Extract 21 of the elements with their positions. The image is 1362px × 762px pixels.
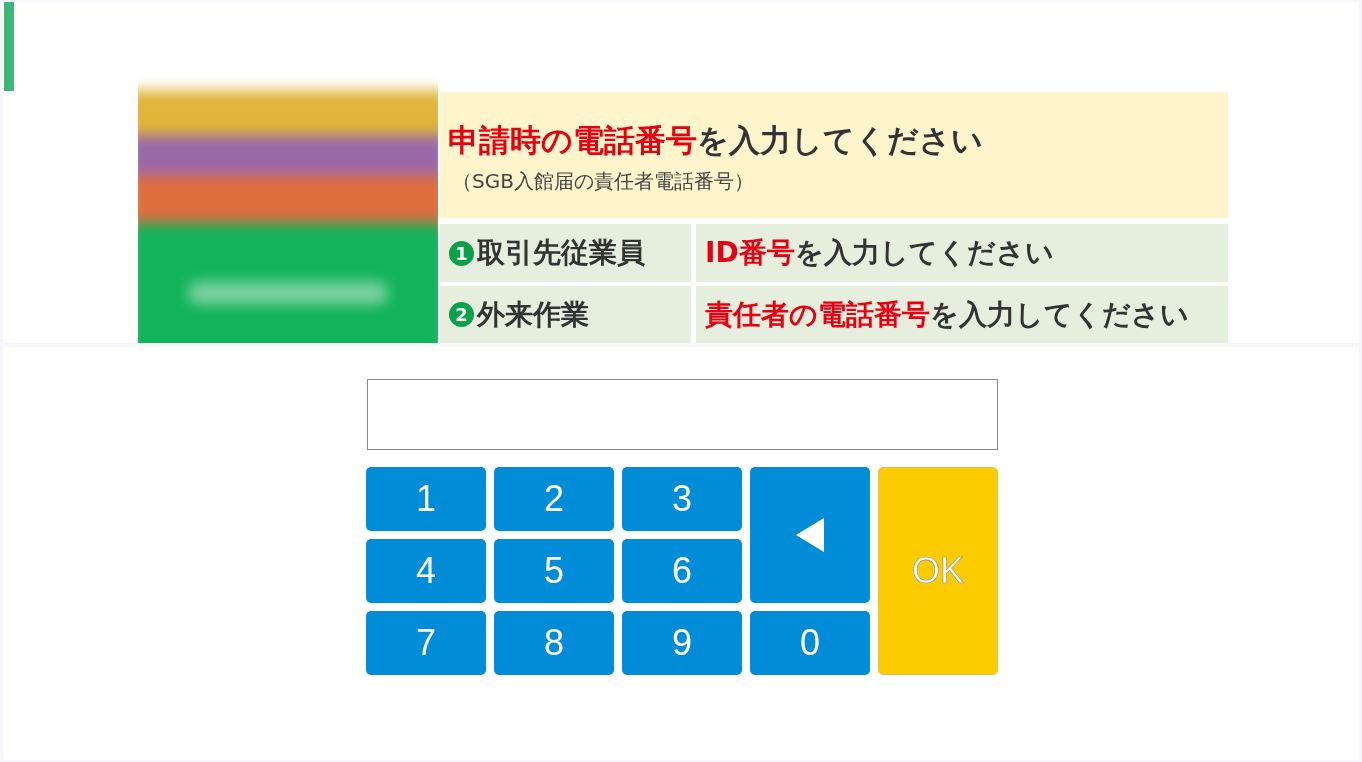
left-triangle-icon	[796, 518, 824, 552]
digit-key[interactable]: 4	[366, 539, 486, 603]
digit-key[interactable]: 0	[750, 611, 870, 675]
digit-key[interactable]: 9	[622, 611, 742, 675]
option-label: 外来作業	[477, 296, 589, 333]
digit-key[interactable]: 2	[494, 467, 614, 531]
digit-key[interactable]: 8	[494, 611, 614, 675]
backspace-key[interactable]	[750, 467, 870, 603]
option-instruction: ID番号を入力してください	[705, 235, 1054, 271]
option-label: 取引先従業員	[477, 235, 645, 271]
phone-number-field[interactable]	[366, 379, 998, 450]
step-number: 1	[449, 240, 474, 266]
digit-key[interactable]: 7	[366, 611, 486, 675]
digit-key[interactable]: 6	[622, 539, 742, 603]
instruction-heading: 申請時の電話番号を入力してください	[448, 121, 984, 160]
step-number: 2	[449, 302, 474, 327]
digit-key[interactable]: 1	[366, 467, 486, 531]
digit-key[interactable]: 3	[622, 467, 742, 531]
instruction-note: （SGB入館届の責任者電話番号）	[451, 168, 755, 195]
digit-key[interactable]: 5	[494, 539, 614, 603]
option-instruction: 責任者の電話番号を入力してください	[705, 296, 1189, 333]
